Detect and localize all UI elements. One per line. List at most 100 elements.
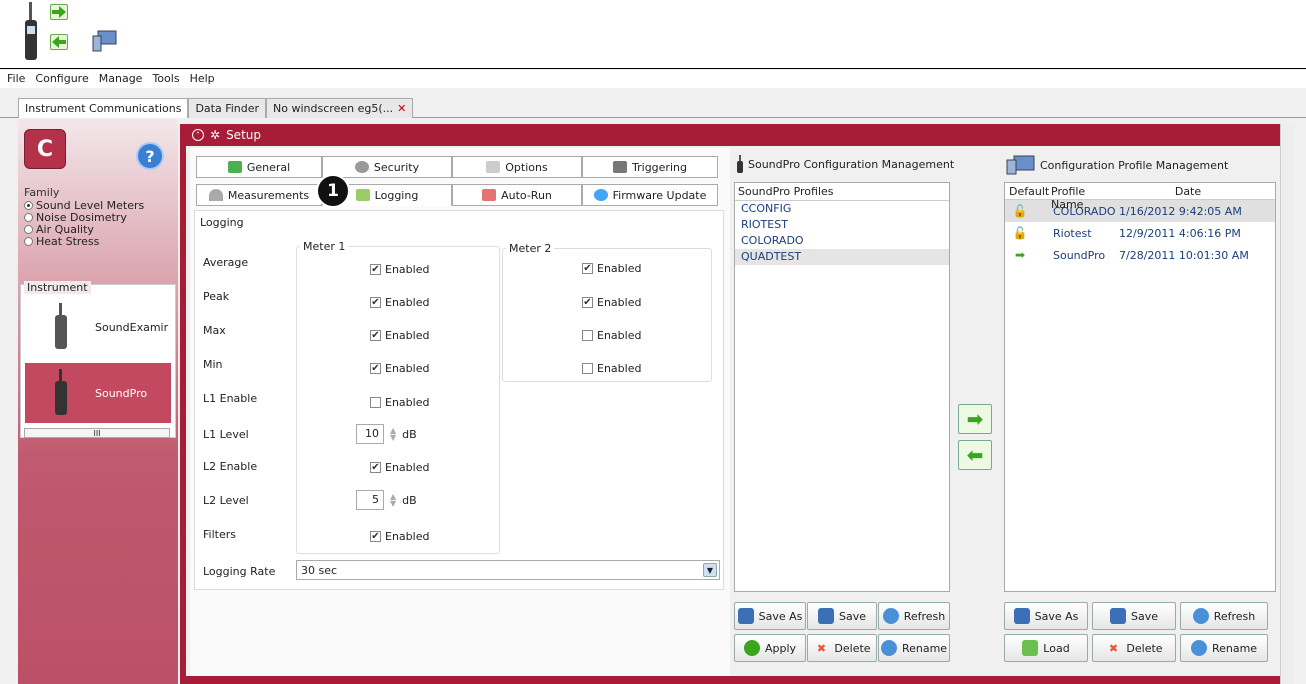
button-label: Apply bbox=[764, 641, 797, 655]
logging-rate-select[interactable]: 30 sec ▼ bbox=[296, 560, 720, 580]
instrument-soundexaminer[interactable]: SoundExamir bbox=[25, 297, 171, 357]
close-icon[interactable]: ✕ bbox=[397, 102, 406, 115]
options-icon bbox=[486, 161, 501, 173]
tab-data-finder[interactable]: Data Finder bbox=[188, 98, 267, 118]
radio-icon bbox=[24, 224, 33, 234]
m2-average-checkbox[interactable]: ✔ Enabled bbox=[582, 262, 641, 275]
profile-delete-button[interactable]: ✖ Delete bbox=[1092, 634, 1176, 662]
menu-tools[interactable]: Tools bbox=[147, 70, 184, 88]
save-as-button[interactable]: Save As bbox=[734, 602, 806, 630]
checkbox-label: Enabled bbox=[385, 362, 430, 375]
column-header[interactable]: Default bbox=[1005, 183, 1049, 199]
refresh-button[interactable]: Refresh bbox=[878, 602, 950, 630]
help-icon[interactable]: ? bbox=[136, 142, 164, 170]
checked-icon: ✔ bbox=[370, 531, 381, 542]
refresh-icon bbox=[1192, 608, 1209, 624]
profile-save-as-button[interactable]: Save As bbox=[1004, 602, 1088, 630]
menu-help[interactable]: Help bbox=[185, 70, 220, 88]
callout-badge: 1 bbox=[316, 174, 350, 208]
tab-measurements[interactable]: Measurements bbox=[196, 184, 322, 206]
computer-icon[interactable] bbox=[92, 30, 118, 52]
table-row[interactable]: ➡ SoundPro 7/28/2011 10:01:30 AM bbox=[1005, 244, 1275, 266]
m1-average-checkbox[interactable]: ✔ Enabled bbox=[370, 263, 429, 276]
tab-label: Instrument Communications bbox=[25, 102, 182, 115]
checkbox-label: Enabled bbox=[385, 329, 430, 342]
m1-max-checkbox[interactable]: ✔ Enabled bbox=[370, 329, 429, 342]
menu-manage[interactable]: Manage bbox=[94, 70, 148, 88]
scroll-thumb[interactable]: III bbox=[93, 429, 100, 438]
sound-meter-icon bbox=[55, 303, 67, 349]
l1-level-value[interactable]: 10 bbox=[356, 424, 384, 444]
button-label: Rename bbox=[1211, 641, 1258, 655]
menu-configure[interactable]: Configure bbox=[30, 70, 93, 88]
chevron-down-icon[interactable]: ▼ bbox=[703, 563, 717, 577]
refresh-icon bbox=[882, 608, 899, 624]
filters-checkbox[interactable]: ✔ Enabled bbox=[370, 530, 429, 543]
table-row[interactable]: 🔓 Riotest 12/9/2011 4:06:16 PM bbox=[1005, 222, 1275, 244]
profile-management-title: Configuration Profile Management bbox=[1040, 158, 1229, 172]
setup-header[interactable]: ˄ ✲ Setup bbox=[186, 124, 1280, 146]
instrument-label: SoundPro bbox=[95, 386, 148, 400]
profile-date: 12/9/2011 4:06:16 PM bbox=[1119, 226, 1241, 240]
save-button[interactable]: Save bbox=[807, 602, 877, 630]
send-arrow-icon[interactable] bbox=[50, 4, 68, 20]
tab-options[interactable]: Options bbox=[452, 156, 582, 178]
instrument-scrollbar[interactable]: III bbox=[24, 428, 170, 438]
radio-heat-stress[interactable]: Heat Stress bbox=[24, 235, 174, 248]
m2-peak-checkbox[interactable]: ✔ Enabled bbox=[582, 296, 641, 309]
tab-triggering[interactable]: Triggering bbox=[582, 156, 718, 178]
spin-arrows-icon[interactable]: ▲ ▼ bbox=[390, 493, 396, 508]
profile-save-button[interactable]: Save bbox=[1092, 602, 1176, 630]
list-item[interactable]: COLORADO bbox=[735, 233, 949, 249]
radio-air-quality[interactable]: Air Quality bbox=[24, 223, 174, 236]
tab-no-windscreen[interactable]: No windscreen eg5(... ✕ bbox=[266, 98, 414, 118]
tab-label: Logging bbox=[374, 188, 419, 202]
apply-button[interactable]: Apply bbox=[734, 634, 806, 662]
l2-enable-checkbox[interactable]: ✔ Enabled bbox=[370, 461, 429, 474]
l1-enable-checkbox[interactable]: Enabled bbox=[370, 396, 429, 409]
tab-label: Measurements bbox=[227, 188, 310, 202]
tab-security[interactable]: Security bbox=[322, 156, 452, 178]
radio-sound-level-meters[interactable]: Sound Level Meters bbox=[24, 199, 174, 212]
l1-level-stepper[interactable]: 10 ▲ ▼ dB bbox=[356, 424, 417, 444]
m2-min-checkbox[interactable]: Enabled bbox=[582, 362, 641, 375]
profile-rename-button[interactable]: Rename bbox=[1180, 634, 1268, 662]
row-label-filters: Filters bbox=[203, 528, 236, 541]
tab-general[interactable]: General bbox=[196, 156, 322, 178]
vertical-scrollbar[interactable] bbox=[1280, 124, 1294, 684]
m1-peak-checkbox[interactable]: ✔ Enabled bbox=[370, 296, 429, 309]
checked-icon: ✔ bbox=[582, 297, 593, 308]
left-arrow-icon[interactable]: ⬅ bbox=[958, 440, 992, 470]
list-item[interactable]: CCONFIG bbox=[735, 201, 949, 217]
instrument-list: SoundExamir SoundPro bbox=[20, 284, 176, 438]
l2-level-stepper[interactable]: 5 ▲ ▼ dB bbox=[356, 490, 417, 510]
rename-button[interactable]: Rename bbox=[878, 634, 950, 662]
column-header[interactable]: Date bbox=[1123, 183, 1253, 199]
tab-instrument-communications[interactable]: Instrument Communications bbox=[18, 98, 189, 118]
table-header: Default Profile Name Date bbox=[1005, 183, 1275, 211]
profile-management-header: Configuration Profile Management bbox=[1006, 155, 1228, 175]
instrument-soundpro[interactable]: SoundPro bbox=[25, 363, 171, 423]
l2-level-value[interactable]: 5 bbox=[356, 490, 384, 510]
list-item[interactable]: RIOTEST bbox=[735, 217, 949, 233]
receive-arrow-icon[interactable] bbox=[50, 34, 68, 50]
delete-button[interactable]: ✖ Delete bbox=[807, 634, 877, 662]
profile-refresh-button[interactable]: Refresh bbox=[1180, 602, 1268, 630]
logging-section-title: Logging bbox=[200, 216, 244, 229]
profile-load-button[interactable]: Load bbox=[1004, 634, 1088, 662]
tab-auto-run[interactable]: Auto-Run bbox=[452, 184, 582, 206]
right-arrow-icon[interactable]: ➡ bbox=[958, 404, 992, 434]
column-header[interactable]: Profile Name bbox=[1049, 183, 1123, 211]
spin-arrows-icon[interactable]: ▲ ▼ bbox=[390, 427, 396, 442]
m1-min-checkbox[interactable]: ✔ Enabled bbox=[370, 362, 429, 375]
list-item-selected[interactable]: QUADTEST bbox=[735, 249, 949, 265]
tab-firmware-update[interactable]: Firmware Update bbox=[582, 184, 718, 206]
radio-noise-dosimetry[interactable]: Noise Dosimetry bbox=[24, 211, 174, 224]
next-section-header[interactable] bbox=[186, 676, 1280, 684]
menu-file[interactable]: File bbox=[2, 70, 30, 88]
table-row[interactable]: 🔓 COLORADO 1/16/2012 9:42:05 AM bbox=[1005, 200, 1275, 222]
m2-max-checkbox[interactable]: Enabled bbox=[582, 329, 641, 342]
collapse-icon[interactable]: ˄ bbox=[192, 129, 204, 141]
instrument-label: SoundExamir bbox=[95, 320, 169, 334]
checkbox-label: Enabled bbox=[385, 530, 430, 543]
